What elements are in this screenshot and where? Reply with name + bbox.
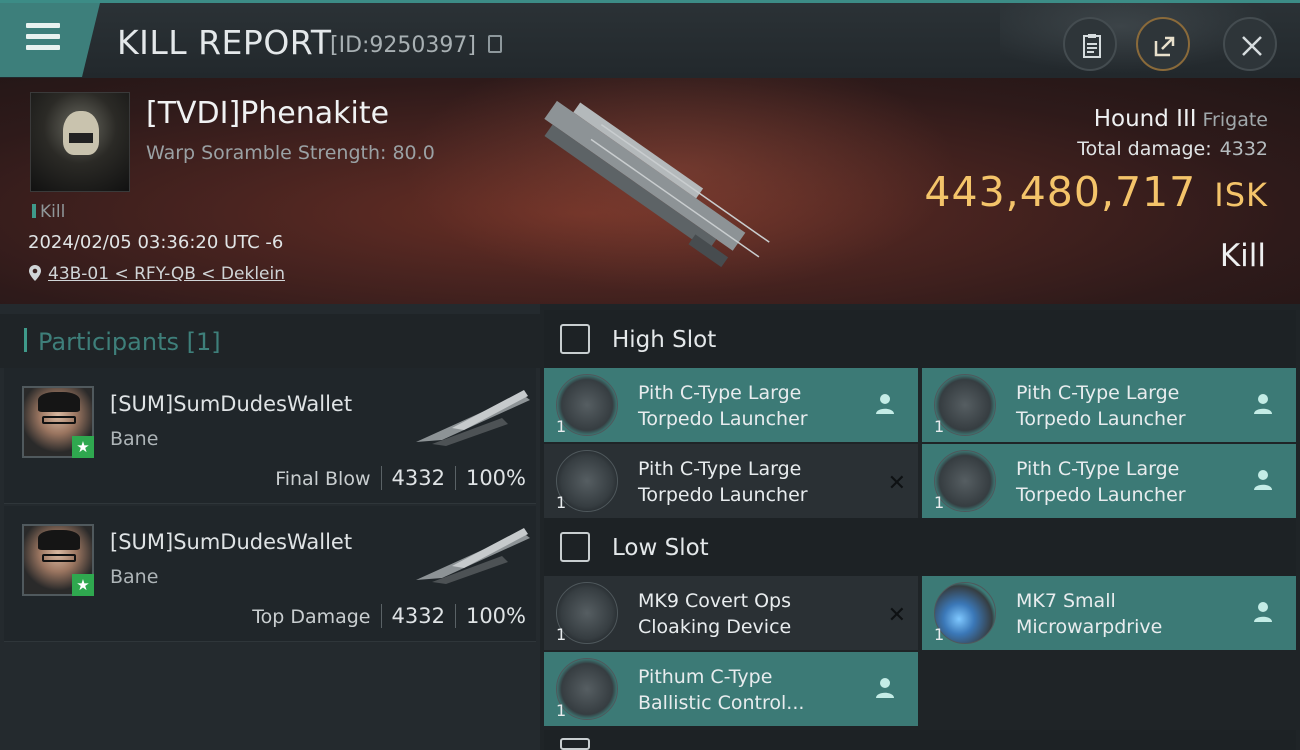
avatar[interactable]: ★ (22, 524, 94, 596)
close-button[interactable] (1223, 17, 1277, 71)
victim-banner: [TVDI]Phenakite Warp Soramble Strength: … (0, 78, 1300, 304)
victim-subtitle: Warp Soramble Strength: 80.0 (146, 142, 435, 164)
low-slot-header: Low Slot (544, 518, 1296, 576)
kill-tag: Kill (32, 202, 65, 222)
victim-name[interactable]: [TVDI]Phenakite (146, 96, 389, 131)
pilot-icon (1254, 602, 1272, 622)
total-damage: Total damage: 4332 (1077, 138, 1268, 160)
module-item[interactable]: 1 Pithum C-Type Ballistic Control... (544, 652, 918, 726)
next-slot-header (544, 730, 1296, 750)
victim-avatar[interactable] (30, 92, 130, 192)
module-item[interactable]: 1 MK9 Covert Ops Cloaking Device ✕ (544, 576, 918, 650)
participants-count: [1] (186, 328, 221, 356)
fitting-panel: High Slot 1 Pith C-Type Large Torpedo Lau… (540, 304, 1300, 750)
participant-row[interactable]: ★ [SUM]SumDudesWallet Bane Top Damage 433… (4, 506, 536, 642)
participants-panel: Participants [1] ★ [SUM]SumDudesWallet B… (0, 304, 540, 750)
participant-ship: Bane (110, 428, 159, 450)
star-icon: ★ (72, 574, 94, 596)
avatar[interactable]: ★ (22, 386, 94, 458)
victim-ship[interactable]: Hound III Frigate (1094, 106, 1268, 132)
module-item[interactable]: 1 Pith C-Type Large Torpedo Launcher (544, 368, 918, 442)
pilot-icon (1254, 470, 1272, 490)
participant-stats: Final Blow 4332 100% (275, 466, 526, 490)
participants-heading: Participants (38, 328, 179, 356)
kill-timestamp: 2024/02/05 03:36:20 UTC -6 (28, 232, 284, 253)
isk-value: 443,480,717 ISK (924, 168, 1268, 216)
pilot-icon (1254, 394, 1272, 414)
location[interactable]: 43B-01 < RFY-QB < Deklein (28, 264, 285, 284)
participant-name: [SUM]SumDudesWallet (110, 392, 353, 416)
clipboard-button[interactable] (1063, 17, 1117, 71)
high-slot-header: High Slot (544, 310, 1296, 368)
slot-icon (560, 532, 590, 562)
destroyed-x-icon: ✕ (887, 603, 906, 628)
participant-row[interactable]: ★ [SUM]SumDudesWallet Bane Final Blow 433… (4, 368, 536, 504)
copy-icon[interactable] (488, 35, 502, 53)
pilot-icon (876, 394, 894, 414)
menu-button[interactable] (0, 3, 100, 77)
pilot-icon (876, 678, 894, 698)
clipboard-icon (1083, 34, 1101, 58)
star-icon: ★ (72, 436, 94, 458)
share-icon (1154, 36, 1175, 57)
close-icon (1242, 36, 1262, 56)
participant-ship-image (416, 528, 530, 584)
slot-icon (560, 324, 590, 354)
share-button[interactable] (1136, 17, 1190, 71)
module-item[interactable]: 1 MK7 Small Microwarpdrive (922, 576, 1296, 650)
report-id: [ID:9250397] (330, 33, 476, 58)
participant-stats: Top Damage 4332 100% (252, 604, 526, 628)
destroyed-x-icon: ✕ (887, 471, 906, 496)
location-pin-icon (29, 265, 41, 281)
participant-name: [SUM]SumDudesWallet (110, 530, 353, 554)
slot-icon (560, 738, 590, 750)
participant-ship: Bane (110, 566, 159, 588)
top-bar: KILL REPORT [ID:9250397] (0, 0, 1300, 81)
result-label: Kill (1219, 238, 1266, 274)
module-item[interactable]: 1 Pith C-Type Large Torpedo Launcher ✕ (544, 444, 918, 518)
module-item[interactable]: 1 Pith C-Type Large Torpedo Launcher (922, 368, 1296, 442)
location-link[interactable]: 43B-01 < RFY-QB < Deklein (48, 264, 285, 284)
participant-ship-image (416, 390, 530, 446)
participants-header: Participants [1] (0, 314, 540, 368)
victim-ship-image (544, 100, 770, 268)
module-item[interactable]: 1 Pith C-Type Large Torpedo Launcher (922, 444, 1296, 518)
page-title: KILL REPORT (117, 23, 332, 62)
